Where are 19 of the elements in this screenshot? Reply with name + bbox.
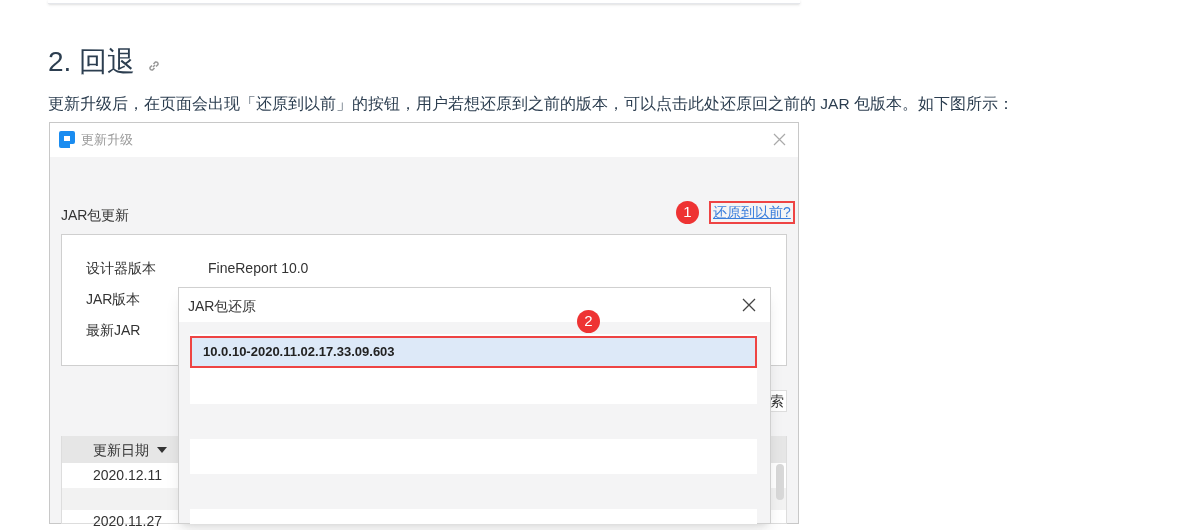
sort-down-icon[interactable]: [157, 447, 167, 453]
section-heading: 2. 回退: [48, 45, 136, 79]
close-icon[interactable]: [742, 298, 756, 312]
section-title: JAR包更新: [61, 206, 130, 225]
field-label: 最新JAR: [86, 321, 141, 340]
version-list-item[interactable]: 10.0.10-2020.11.02.17.33.09.603: [190, 336, 757, 368]
field-label: 设计器版本: [86, 259, 156, 278]
field-label: JAR版本: [86, 290, 141, 309]
app-logo-icon: [58, 131, 75, 148]
dialog-title: JAR包还原: [188, 297, 257, 316]
column-header[interactable]: 更新日期: [93, 440, 149, 460]
field-value: FineReport 10.0: [208, 259, 309, 278]
window-title: 更新升级: [81, 131, 133, 149]
table-cell: 2020.12.11: [93, 466, 163, 484]
restore-link[interactable]: 还原到以前?: [709, 201, 795, 224]
link-icon[interactable]: [147, 59, 162, 73]
scrollbar: [776, 464, 784, 500]
table-cell: 2020.11.27: [93, 512, 163, 530]
paragraph: 更新升级后，在页面会出现「还原到以前」的按钮，用户若想还原到之前的版本，可以点击此处还原回之前的 JAR 包版本。如下图所示：: [47, 94, 1015, 114]
